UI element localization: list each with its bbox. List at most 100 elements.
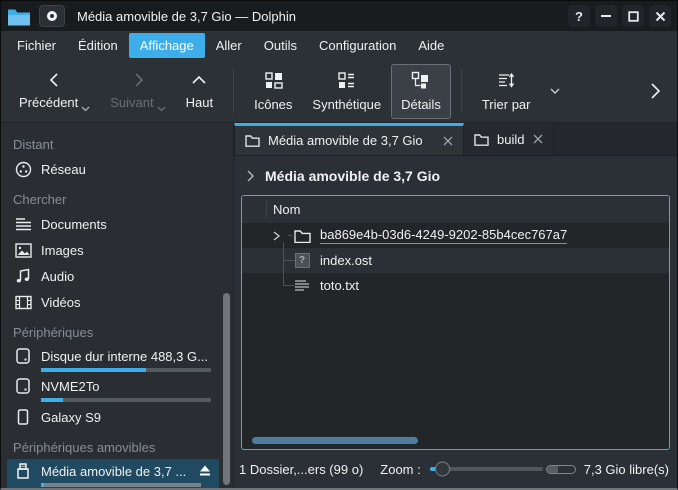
file-name[interactable]: ba869e4b-03d6-4249-9202-85b4cec767a7 xyxy=(320,227,567,244)
icons-view-icon xyxy=(264,71,283,90)
tab-close-button[interactable] xyxy=(443,136,453,146)
sidebar-item-disque-dur-interne[interactable]: Disque dur interne 488,3 G... xyxy=(1,344,233,374)
details-view-button[interactable]: Détails xyxy=(391,64,451,119)
sidebar-item-documents[interactable]: Documents xyxy=(1,211,233,237)
tab-close-button[interactable] xyxy=(533,134,543,144)
tab-media-amovible[interactable]: Média amovible de 3,7 Gio xyxy=(234,123,464,155)
tree-guide-line xyxy=(283,242,284,286)
toolbar: Précédent Suivant Haut Icônes xyxy=(1,60,677,123)
column-separator xyxy=(266,201,267,218)
breadcrumb[interactable]: Média amovible de 3,7 Gio xyxy=(234,156,677,195)
zoom-label: Zoom : xyxy=(380,462,420,477)
film-icon xyxy=(14,295,32,310)
compact-view-icon xyxy=(337,71,356,90)
main-area: Média amovible de 3,7 Gio build xyxy=(234,123,677,488)
image-icon xyxy=(14,243,32,258)
icons-view-label: Icônes xyxy=(254,97,292,112)
chevron-right-icon xyxy=(246,169,255,183)
menu-edition[interactable]: Édition xyxy=(67,33,129,58)
tree-guide-line xyxy=(283,285,295,286)
file-name[interactable]: index.ost xyxy=(320,253,372,268)
forward-button[interactable]: Suivant xyxy=(100,65,175,117)
places-panel: Distant Réseau Chercher xyxy=(1,123,234,488)
sort-icon xyxy=(497,71,516,90)
maximize-icon xyxy=(628,11,639,22)
sidebar-item-label: NVME2To xyxy=(41,379,100,394)
breadcrumb-location[interactable]: Média amovible de 3,7 Gio xyxy=(265,168,440,184)
tab-build[interactable]: build xyxy=(464,123,554,155)
sort-by-menu-arrow[interactable] xyxy=(550,88,560,95)
expand-arrow-icon[interactable] xyxy=(272,230,288,242)
up-button[interactable]: Haut xyxy=(176,65,223,117)
tab-label: Média amovible de 3,7 Gio xyxy=(268,133,423,148)
menu-fichier[interactable]: Fichier xyxy=(6,33,67,58)
folder-icon xyxy=(474,133,489,146)
compact-view-button[interactable]: Synthétique xyxy=(302,64,391,119)
close-icon xyxy=(533,134,543,144)
unknown-file-icon: ? xyxy=(293,253,311,268)
close-icon xyxy=(655,11,666,22)
sidebar-item-label: Vidéos xyxy=(41,295,81,310)
sort-by-button[interactable]: Trier par xyxy=(472,64,541,119)
zoom-slider-handle[interactable] xyxy=(435,462,450,477)
menu-aide[interactable]: Aide xyxy=(407,33,455,58)
horizontal-scrollbar[interactable] xyxy=(252,437,418,444)
menu-aller[interactable]: Aller xyxy=(205,33,253,58)
chevron-up-icon xyxy=(190,72,208,88)
menu-outils[interactable]: Outils xyxy=(253,33,308,58)
status-summary: 1 Dossier,...ers (99 o) xyxy=(239,462,363,477)
text-file-icon xyxy=(293,279,311,293)
zoom-slider[interactable] xyxy=(430,467,543,471)
file-row-folder[interactable]: ba869e4b-03d6-4249-9202-85b4cec767a7 xyxy=(242,223,669,248)
file-row-index-ost[interactable]: ? index.ost xyxy=(242,248,669,273)
disk-usage-bar xyxy=(41,398,211,402)
close-icon xyxy=(443,136,453,146)
sidebar-item-reseau[interactable]: Réseau xyxy=(1,156,233,182)
maximize-button[interactable] xyxy=(622,5,644,27)
help-button[interactable]: ? xyxy=(568,5,590,27)
sidebar-item-media-amovible[interactable]: Média amovible de 3,7 ... xyxy=(7,459,219,488)
sidebar-item-label: Galaxy S9 xyxy=(41,410,101,425)
tab-bar: Média amovible de 3,7 Gio build xyxy=(234,123,677,156)
smartphone-icon xyxy=(14,409,32,425)
chevron-down-icon[interactable] xyxy=(81,106,90,112)
titlebar[interactable]: Média amovible de 3,7 Gio — Dolphin ? xyxy=(1,1,677,31)
sidebar-item-audio[interactable]: Audio xyxy=(1,263,233,289)
icons-view-button[interactable]: Icônes xyxy=(244,64,302,119)
column-header-nom[interactable]: Nom xyxy=(242,196,669,223)
sidebar-scrollbar[interactable] xyxy=(223,293,230,485)
window-menu-button[interactable] xyxy=(39,5,65,27)
chevron-right-icon xyxy=(129,72,147,88)
sidebar-item-label: Disque dur interne 488,3 G... xyxy=(41,349,208,364)
sidebar-item-images[interactable]: Images xyxy=(1,237,233,263)
file-name[interactable]: toto.txt xyxy=(320,278,359,293)
back-button[interactable]: Précédent xyxy=(9,65,100,117)
eject-button[interactable] xyxy=(198,465,212,477)
sidebar-item-label: Média amovible de 3,7 ... xyxy=(41,464,186,479)
file-row-toto-txt[interactable]: toto.txt xyxy=(242,273,669,298)
app-menu-icon xyxy=(47,11,57,21)
sidebar-item-label: Documents xyxy=(41,217,107,232)
chevron-right-icon xyxy=(649,82,661,100)
toolbar-separator xyxy=(461,69,462,113)
menu-affichage[interactable]: Affichage xyxy=(129,33,205,58)
menu-configuration[interactable]: Configuration xyxy=(308,33,407,58)
document-icon xyxy=(14,217,32,232)
section-title-peripheriques-amovibles: Périphériques amovibles xyxy=(1,436,233,459)
sidebar-item-galaxy-s9[interactable]: Galaxy S9 xyxy=(1,404,233,430)
section-title-chercher: Chercher xyxy=(1,188,233,211)
back-label: Précédent xyxy=(19,95,78,110)
toolbar-overflow-button[interactable] xyxy=(649,82,661,100)
close-button[interactable] xyxy=(649,5,671,27)
chevron-down-icon[interactable] xyxy=(157,106,166,112)
sidebar-item-videos[interactable]: Vidéos xyxy=(1,289,233,315)
network-icon xyxy=(14,161,32,178)
minimize-icon xyxy=(601,15,611,17)
dolphin-window: Média amovible de 3,7 Gio — Dolphin ? Fi… xyxy=(0,0,678,490)
eject-icon xyxy=(198,465,212,477)
chevron-left-icon xyxy=(46,72,64,88)
up-label: Haut xyxy=(186,95,213,110)
sidebar-item-nvme2to[interactable]: NVME2To xyxy=(1,374,233,404)
minimize-button[interactable] xyxy=(595,5,617,27)
app-folder-icon xyxy=(7,7,31,26)
